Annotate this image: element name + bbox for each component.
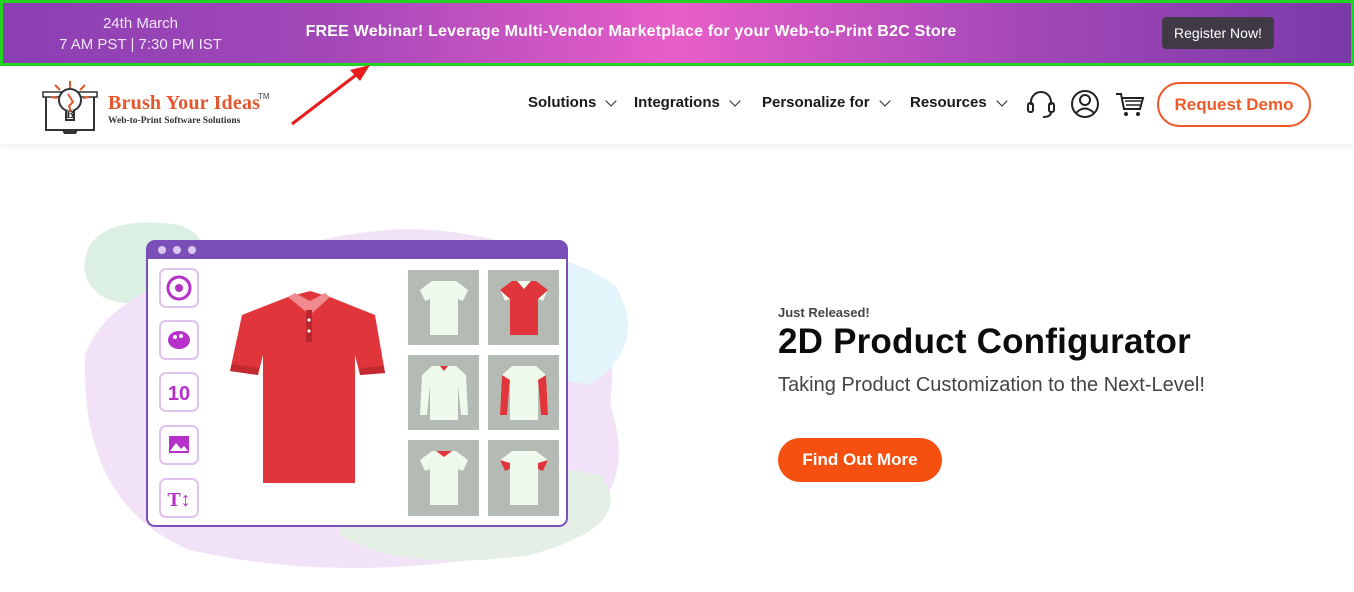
nav-integrations[interactable]: Integrations — [634, 94, 741, 111]
logo-trademark: TM — [258, 92, 270, 101]
tool-palette-icon — [159, 320, 199, 360]
tool-text-icon: T↕ — [159, 478, 199, 518]
svg-text:B: B — [66, 110, 74, 121]
tool-image-icon — [159, 425, 199, 465]
nav-integrations-label: Integrations — [634, 94, 720, 111]
cart-icon[interactable] — [1114, 88, 1146, 120]
headset-icon[interactable] — [1025, 88, 1057, 120]
hero-eyebrow: Just Released! — [778, 305, 870, 320]
logo-tagline: Web-to-Print Software Solutions — [108, 116, 241, 126]
nav-solutions[interactable]: Solutions — [528, 94, 617, 111]
svg-text:T↕: T↕ — [167, 489, 190, 511]
tool-number-icon: 10 — [159, 372, 199, 412]
configurator-illustration: 10 T↕ — [84, 222, 628, 568]
webinar-title: FREE Webinar! Leverage Multi-Vendor Mark… — [305, 23, 957, 40]
chevron-down-icon — [996, 94, 1008, 107]
webinar-date: 24th March 7 AM PST | 7:30 PM IST — [43, 13, 238, 55]
nav-personalize-label: Personalize for — [762, 94, 870, 111]
svg-text:10: 10 — [168, 383, 190, 405]
logo-bulb-icon: B — [42, 81, 98, 134]
nav-personalize-for[interactable]: Personalize for — [762, 94, 891, 111]
webinar-date-day: 24th March — [102, 15, 179, 32]
find-out-more-button[interactable]: Find Out More — [778, 438, 942, 482]
webinar-banner: 24th March 7 AM PST | 7:30 PM IST FREE W… — [0, 0, 1354, 66]
hero-subline: Taking Product Customization to the Next… — [778, 374, 1205, 396]
webinar-date-time: 7 AM PST | 7:30 PM IST — [59, 36, 222, 53]
chevron-down-icon — [878, 94, 891, 107]
chevron-down-icon — [729, 94, 741, 107]
nav-resources-label: Resources — [910, 94, 987, 111]
site-header: B Brush Your Ideas TM Web-to-Print Softw… — [0, 66, 1354, 144]
nav-resources[interactable]: Resources — [910, 94, 1008, 111]
tool-sticker-icon — [159, 268, 199, 308]
logo-name: Brush Your Ideas — [108, 92, 261, 114]
nav-solutions-label: Solutions — [528, 94, 597, 111]
register-now-button[interactable]: Register Now! — [1162, 17, 1274, 49]
annotation-arrow-icon — [291, 65, 370, 126]
user-account-icon[interactable] — [1069, 88, 1101, 120]
chevron-down-icon — [605, 94, 617, 107]
hero-headline: 2D Product Configurator — [778, 322, 1191, 361]
request-demo-button[interactable]: Request Demo — [1157, 82, 1311, 127]
